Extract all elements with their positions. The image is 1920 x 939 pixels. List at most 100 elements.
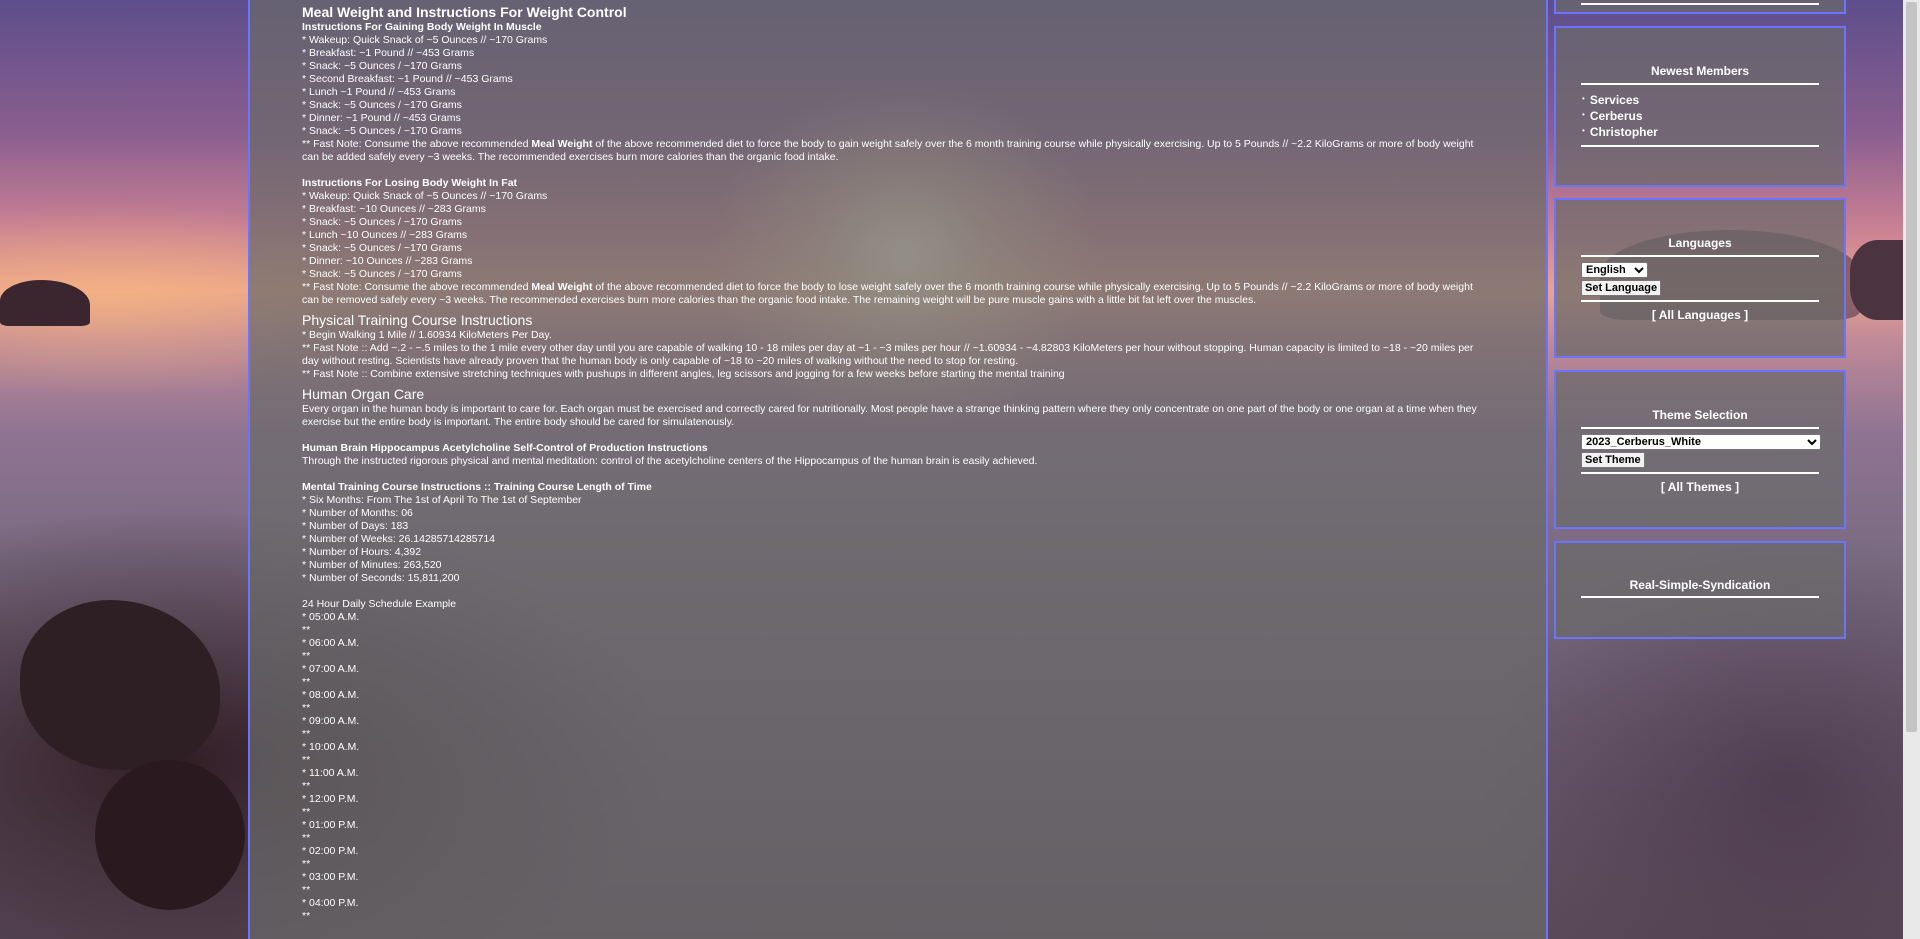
background-rock xyxy=(95,760,245,910)
lose-note-bold: Meal Weight xyxy=(531,281,593,293)
lose-list-item: * Snack: ~5 Ounces / ~170 Grams xyxy=(302,216,462,228)
divider xyxy=(1581,472,1819,474)
schedule-item: * 09:00 A.M. xyxy=(302,715,360,727)
schedule-item: ** xyxy=(302,832,311,844)
background-rock xyxy=(0,280,90,326)
lose-note: ** Fast Note: Consume the above recommen… xyxy=(302,281,1492,307)
schedule-list: * 05:00 A.M. ** * 06:00 A.M. ** * 07:00 A.M.… xyxy=(302,611,1492,923)
divider xyxy=(1581,83,1819,85)
divider xyxy=(1581,300,1819,302)
schedule-item: * 01:00 P.M. xyxy=(302,819,359,831)
mental-list-item: * Number of Hours: 4,392 xyxy=(302,546,422,558)
languages-block: Languages English Set Language [ All Lan… xyxy=(1554,198,1846,358)
schedule-item: * 12:00 P.M. xyxy=(302,793,359,805)
schedule-item: ** xyxy=(302,858,311,870)
divider xyxy=(1581,255,1819,257)
member-name: Christopher xyxy=(1589,125,1658,139)
newest-members-block: Newest Members • Services • Cerberus • Chri… xyxy=(1554,26,1846,187)
lose-heading: Instructions For Losing Body Weight In F… xyxy=(302,177,518,189)
gain-list-item: * Snack: ~5 Ounces / ~170 Grams xyxy=(302,125,462,137)
all-languages-link[interactable]: [ All Languages ] xyxy=(1581,308,1819,322)
lose-list-item: * Lunch ~10 Ounces // ~283 Grams xyxy=(302,229,468,241)
section-title-meal-weight: Meal Weight and Instructions For Weight … xyxy=(302,4,627,20)
section-title-organ-care: Human Organ Care xyxy=(302,386,425,402)
member-name: Services xyxy=(1589,93,1640,107)
mental-list-item: * Number of Seconds: 15,811,200 xyxy=(302,572,460,584)
sidebar-block-top xyxy=(1554,0,1846,14)
gain-list-item: * Wakeup: Quick Snack of ~5 Ounces // ~1… xyxy=(302,34,548,46)
schedule-item: ** xyxy=(302,910,311,922)
rss-block: Real-Simple-Syndication xyxy=(1554,541,1846,639)
gain-note-bold: Meal Weight xyxy=(531,138,593,150)
language-select[interactable]: English xyxy=(1581,262,1648,278)
lose-note-pre: ** Fast Note: Consume the above recommen… xyxy=(302,281,532,293)
all-themes-link[interactable]: [ All Themes ] xyxy=(1581,480,1819,494)
schedule-item: ** xyxy=(302,884,311,896)
schedule-item: ** xyxy=(302,702,311,714)
organ-care-text: Every organ in the human body is importa… xyxy=(302,403,1477,428)
schedule-title: 24 Hour Daily Schedule Example xyxy=(302,598,457,610)
member-link-services[interactable]: • Services xyxy=(1582,93,1639,107)
schedule-item: * 05:00 A.M. xyxy=(302,611,360,623)
bullet-icon: • xyxy=(1582,126,1585,135)
schedule-item: * 08:00 A.M. xyxy=(302,689,360,701)
gain-heading: Instructions For Gaining Body Weight In … xyxy=(302,21,542,33)
gain-note-pre: ** Fast Note: Consume the above recommen… xyxy=(302,138,532,150)
section-title-physical-training: Physical Training Course Instructions xyxy=(302,312,533,328)
schedule-item: ** xyxy=(302,780,311,792)
gain-list-item: * Dinner: ~1 Pound // ~453 Grams xyxy=(302,112,461,124)
lose-list-item: * Snack: ~5 Ounces / ~170 Grams xyxy=(302,242,462,254)
physical-line-1: * Begin Walking 1 Mile // 1.60934 KiloMe… xyxy=(302,329,552,341)
set-theme-button[interactable]: Set Theme xyxy=(1581,452,1645,468)
lose-list-item: * Wakeup: Quick Snack of ~5 Ounces // ~1… xyxy=(302,190,548,202)
theme-selection-block: Theme Selection 2023_Cerberus_White Set … xyxy=(1554,370,1846,529)
rss-title[interactable]: Real-Simple-Syndication xyxy=(1581,578,1819,592)
gain-note: ** Fast Note: Consume the above recommen… xyxy=(302,138,1492,164)
gain-list-item: * Snack: ~5 Ounces / ~170 Grams xyxy=(302,60,462,72)
schedule-item: * 07:00 A.M. xyxy=(302,663,360,675)
schedule-item: * 10:00 A.M. xyxy=(302,741,360,753)
schedule-item: ** xyxy=(302,676,311,688)
divider xyxy=(1581,145,1819,147)
schedule-item: * 11:00 A.M. xyxy=(302,767,359,779)
schedule-item: * 04:00 P.M. xyxy=(302,897,359,909)
schedule-item: ** xyxy=(302,624,311,636)
gain-list-item: * Breakfast: ~1 Pound // ~453 Grams xyxy=(302,47,475,59)
brain-heading: Human Brain Hippocampus Acetylcholine Se… xyxy=(302,442,708,454)
lose-list: * Wakeup: Quick Snack of ~5 Ounces // ~1… xyxy=(302,190,1492,281)
newest-members-title: Newest Members xyxy=(1650,64,1750,78)
gain-list-item: * Lunch ~1 Pound // ~453 Grams xyxy=(302,86,456,98)
member-link-cerberus[interactable]: • Cerberus xyxy=(1582,109,1643,123)
divider xyxy=(1581,596,1819,598)
lose-list-item: * Dinner: ~10 Ounces // ~283 Grams xyxy=(302,255,473,267)
lose-list-item: * Breakfast: ~10 Ounces // ~283 Grams xyxy=(302,203,486,215)
divider xyxy=(1581,427,1819,429)
schedule-item: * 06:00 A.M. xyxy=(302,637,360,649)
mental-list: * Six Months: From The 1st of April To T… xyxy=(302,494,1492,585)
schedule-item: ** xyxy=(302,650,311,662)
member-link-christopher[interactable]: • Christopher xyxy=(1582,125,1658,139)
theme-selection-title: Theme Selection xyxy=(1652,408,1748,422)
divider xyxy=(1581,3,1819,5)
mental-list-item: * Number of Weeks: 26.14285714285714 xyxy=(302,533,496,545)
mental-list-item: * Number of Minutes: 263,520 xyxy=(302,559,442,571)
mental-list-item: * Number of Days: 183 xyxy=(302,520,409,532)
physical-line-2: ** Fast Note :: Add ~.2 - ~.5 miles to t… xyxy=(302,342,1474,367)
schedule-item: ** xyxy=(302,754,311,766)
schedule-item: ** xyxy=(302,806,311,818)
gain-list-item: * Snack: ~5 Ounces / ~170 Grams xyxy=(302,99,462,111)
background-rock xyxy=(20,600,220,770)
mental-list-item: * Number of Months: 06 xyxy=(302,507,413,519)
bullet-icon: • xyxy=(1582,94,1585,103)
languages-title: Languages xyxy=(1668,236,1732,250)
scrollbar-thumb[interactable] xyxy=(1906,2,1917,732)
set-language-button[interactable]: Set Language xyxy=(1581,280,1662,296)
schedule-item: * 03:00 P.M. xyxy=(302,871,359,883)
theme-select[interactable]: 2023_Cerberus_White xyxy=(1581,434,1821,450)
mental-list-item: * Six Months: From The 1st of April To T… xyxy=(302,494,582,506)
bullet-icon: • xyxy=(1582,110,1585,119)
gain-list: * Wakeup: Quick Snack of ~5 Ounces // ~1… xyxy=(302,34,1492,138)
page-scrollbar[interactable] xyxy=(1903,0,1920,939)
schedule-item: * 02:00 P.M. xyxy=(302,845,359,857)
main-content: Meal Weight and Instructions For Weight … xyxy=(302,4,1492,923)
